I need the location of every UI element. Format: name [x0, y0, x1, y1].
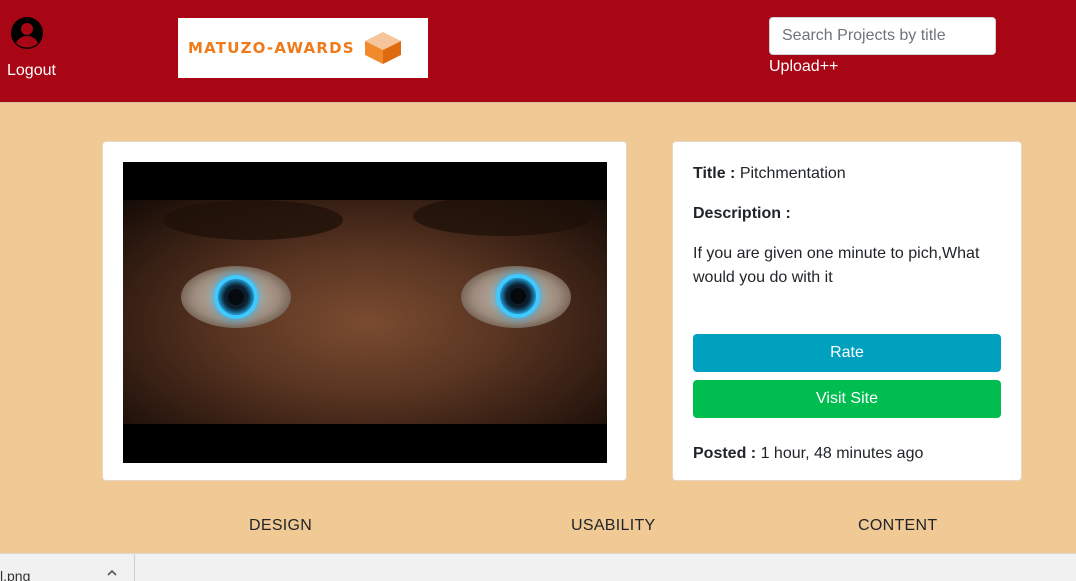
upload-link[interactable]: Upload++	[769, 58, 838, 76]
chevron-up-icon[interactable]	[105, 566, 119, 580]
metric-design: DESIGN	[249, 517, 313, 534]
metric-usability: USABILITY	[571, 517, 656, 534]
project-info-card: Title : Pitchmentation Description : If …	[672, 141, 1022, 481]
metric-content: CONTENT	[858, 517, 938, 534]
description-field: Description :	[693, 202, 791, 226]
left-brow	[163, 200, 343, 240]
visit-site-button[interactable]: Visit Site	[693, 380, 1001, 418]
title-field: Title : Pitchmentation	[693, 162, 846, 186]
right-brow	[413, 200, 593, 236]
posted-field: Posted : 1 hour, 48 minutes ago	[693, 442, 923, 466]
site-logo[interactable]: MATUZO-AWARDS	[178, 18, 428, 78]
left-eye	[181, 266, 291, 328]
project-video[interactable]	[123, 162, 607, 463]
video-frame	[123, 200, 607, 424]
project-description: If you are given one minute to pich,What…	[693, 245, 980, 286]
project-title: Pitchmentation	[739, 165, 846, 182]
rate-button[interactable]: Rate	[693, 334, 1001, 372]
cube-icon	[364, 32, 401, 64]
logout-link[interactable]: Logout	[7, 62, 56, 80]
posted-label: Posted :	[693, 445, 757, 462]
logo-text: MATUZO-AWARDS	[188, 39, 355, 57]
right-iris	[496, 274, 540, 318]
user-circle-icon[interactable]	[10, 16, 44, 50]
right-eye	[461, 266, 571, 328]
download-bar: l.png	[0, 553, 1076, 581]
title-label: Title :	[693, 165, 736, 182]
download-item[interactable]: l.png	[0, 554, 135, 581]
description-label: Description :	[693, 205, 791, 222]
download-file-name: l.png	[0, 568, 31, 581]
left-iris	[214, 275, 258, 319]
search-input[interactable]	[769, 17, 996, 55]
navbar: Logout MATUZO-AWARDS Upload++	[0, 0, 1076, 103]
posted-time: 1 hour, 48 minutes ago	[760, 445, 924, 462]
project-media-card	[102, 141, 627, 481]
